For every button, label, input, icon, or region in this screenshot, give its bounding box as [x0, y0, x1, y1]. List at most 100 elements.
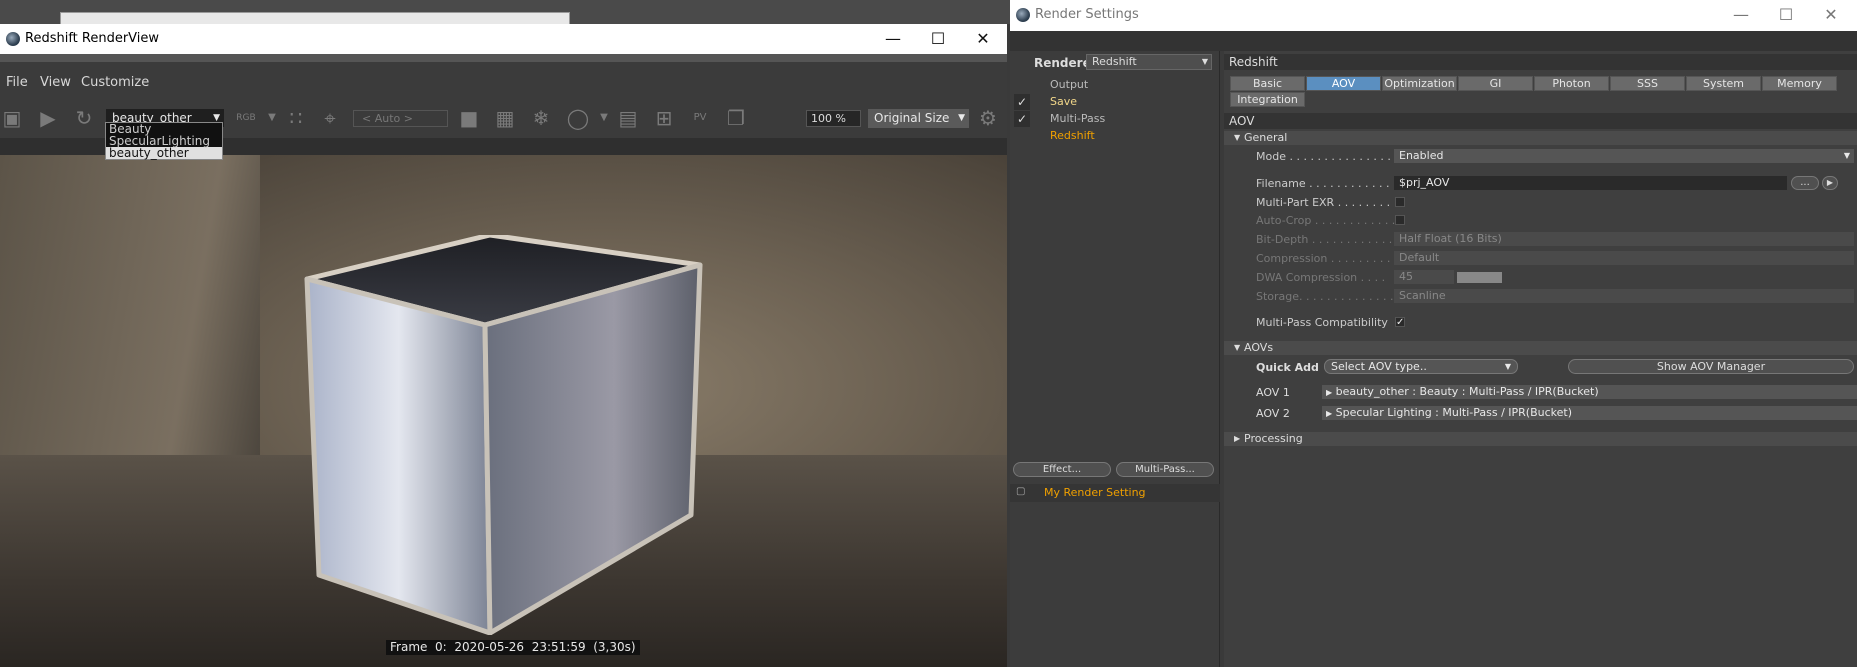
multipass-button[interactable]: Multi-Pass... [1116, 462, 1214, 477]
add-snapshot-icon[interactable]: ⊞ [652, 107, 676, 129]
window-title: Render Settings [1035, 7, 1139, 22]
general-section[interactable]: ▼ General [1224, 131, 1857, 145]
multipass-compat-checkbox[interactable]: ✓ [1395, 317, 1405, 328]
renderer-select-value: Redshift [1092, 55, 1137, 68]
tab-aov[interactable]: AOV [1306, 76, 1381, 91]
quick-add-value: Select AOV type.. [1331, 360, 1427, 373]
minimize-icon[interactable]: — [1718, 0, 1764, 30]
auto-select[interactable]: < Auto > [353, 110, 448, 127]
tab-gi[interactable]: GI [1458, 76, 1533, 91]
compression-label: Compression . . . . . . . . . [1256, 252, 1391, 265]
tree-item-save[interactable]: Save [1050, 95, 1077, 108]
triangle-right-icon: ▶ [1326, 409, 1333, 418]
settings-attributes-panel: Redshift Basic AOV Optimization GI Photo… [1224, 51, 1857, 667]
tab-optimization[interactable]: Optimization [1382, 76, 1457, 91]
mode-value: Enabled [1399, 149, 1444, 162]
storage-select[interactable]: Scanline [1394, 289, 1854, 303]
storage-value: Scanline [1399, 289, 1446, 302]
filename-input[interactable]: $prj_AOV [1394, 176, 1787, 190]
save-checkbox[interactable]: ✓ [1014, 94, 1030, 110]
triangle-down-icon: ▼ [1234, 133, 1241, 142]
menu-view[interactable]: View [40, 75, 71, 90]
show-aov-manager-button[interactable]: Show AOV Manager [1568, 359, 1854, 374]
autocrop-checkbox[interactable] [1395, 215, 1405, 225]
zoom-value: 100 % [811, 112, 846, 125]
chevron-down-icon[interactable]: ▼ [260, 107, 284, 129]
bitdepth-label: Bit-Depth . . . . . . . . . . . . [1256, 233, 1393, 246]
tab-sss[interactable]: SSS [1610, 76, 1685, 91]
multipart-exr-checkbox[interactable] [1395, 197, 1405, 207]
autocrop-label: Auto-Crop . . . . . . . . . . . . [1256, 214, 1396, 227]
dwa-slider[interactable] [1457, 272, 1502, 283]
compression-value: Default [1399, 251, 1440, 264]
aov-1-value: beauty_other : Beauty : Multi-Pass / IPR… [1335, 385, 1599, 398]
tab-memory[interactable]: Memory [1762, 76, 1837, 91]
aov-option-beauty-other[interactable]: beauty_other [106, 147, 222, 159]
zoom-field[interactable]: 100 % [806, 110, 861, 127]
renderview-window: Redshift RenderView — ☐ ✕ File View Cust… [0, 24, 1007, 667]
rgb-channel-icon[interactable]: RGB [234, 107, 258, 129]
auto-select-value: < Auto > [362, 112, 413, 125]
aov-dropdown-list[interactable]: Beauty SpecularLighting beauty_other [105, 122, 223, 160]
tab-basic[interactable]: Basic [1230, 76, 1305, 91]
tree-item-output[interactable]: Output [1050, 78, 1088, 91]
render-setting-item[interactable]: ▢ My Render Setting [1010, 484, 1220, 502]
size-select[interactable]: Original Size ▼ [868, 109, 969, 128]
arrow-right-icon[interactable]: ▶ [1822, 176, 1838, 190]
close-icon[interactable]: ✕ [960, 24, 1006, 54]
renderview-titlebar: Redshift RenderView — ☐ ✕ [0, 24, 1007, 54]
effect-button[interactable]: Effect... [1013, 462, 1111, 477]
window-title: Redshift RenderView [25, 31, 160, 46]
mode-select[interactable]: Enabled ▼ [1394, 149, 1854, 163]
play-render-icon[interactable]: ▶ [36, 107, 60, 129]
minimize-icon[interactable]: — [870, 24, 916, 54]
maximize-icon[interactable]: ☐ [1763, 0, 1809, 30]
general-section-label: General [1244, 131, 1288, 144]
aov-header: AOV [1224, 113, 1857, 129]
tree-item-redshift[interactable]: Redshift [1050, 129, 1095, 142]
menu-bar: File View Customize [0, 54, 1007, 98]
gear-icon[interactable]: ⚙ [976, 107, 1000, 129]
bitdepth-select[interactable]: Half Float (16 Bits) [1394, 232, 1854, 246]
triangle-down-icon: ▼ [1234, 343, 1241, 352]
tree-item-multipass[interactable]: Multi-Pass [1050, 112, 1105, 125]
refresh-icon[interactable]: ↻ [72, 107, 96, 129]
snowflake-icon[interactable]: ❄ [529, 107, 553, 129]
processing-section[interactable]: ▶ Processing [1224, 432, 1857, 446]
processing-section-label: Processing [1244, 432, 1303, 445]
bucket-grid-icon[interactable]: ▦ [493, 107, 517, 129]
renderer-select[interactable]: Redshift ▼ [1086, 54, 1212, 70]
chevron-down-icon[interactable]: ▼ [592, 107, 616, 129]
menu-customize[interactable]: Customize [81, 75, 149, 90]
dwa-compression-input[interactable]: 45 [1394, 270, 1454, 284]
browse-button[interactable]: ... [1791, 176, 1819, 190]
crop-icon[interactable]: ⌖ [318, 107, 342, 129]
tab-integration[interactable]: Integration [1230, 92, 1305, 107]
clapperboard-icon[interactable]: ▣ [0, 107, 24, 129]
render-setting-icon: ▢ [1016, 486, 1026, 497]
render-background-wall [0, 155, 260, 485]
quick-add-select[interactable]: Select AOV type.. ▼ [1324, 359, 1518, 374]
tab-photon[interactable]: Photon [1534, 76, 1609, 91]
circle-icon[interactable]: ◯ [566, 107, 590, 129]
image-icon[interactable]: ▤ [616, 107, 640, 129]
copy-icon[interactable]: ❐ [724, 107, 748, 129]
render-view-canvas[interactable]: Frame 0: 2020-05-26 23:51:59 (3,30s) [0, 155, 1007, 667]
menu-file[interactable]: File [6, 75, 28, 90]
panel-title: Redshift [1224, 54, 1857, 70]
compression-select[interactable]: Default [1394, 251, 1854, 265]
lock-icon[interactable]: ■ [457, 107, 481, 129]
aov-2-row[interactable]: ▶ Specular Lighting : Multi-Pass / IPR(B… [1322, 406, 1857, 420]
grid-dots-icon[interactable]: ∷ [284, 107, 308, 129]
cinema4d-logo-icon [6, 32, 20, 46]
maximize-icon[interactable]: ☐ [915, 24, 961, 54]
aovs-section[interactable]: ▼ AOVs [1224, 341, 1857, 355]
rendered-chrome-cube [304, 235, 703, 635]
aov-1-row[interactable]: ▶ beauty_other : Beauty : Multi-Pass / I… [1322, 385, 1857, 399]
picture-viewer-icon[interactable]: PV [688, 107, 712, 129]
quick-add-label: Quick Add [1256, 361, 1319, 374]
tab-system[interactable]: System [1686, 76, 1761, 91]
close-icon[interactable]: ✕ [1808, 0, 1854, 30]
multipart-exr-label: Multi-Part EXR . . . . . . . . [1256, 196, 1391, 209]
multipass-checkbox[interactable]: ✓ [1014, 111, 1030, 127]
